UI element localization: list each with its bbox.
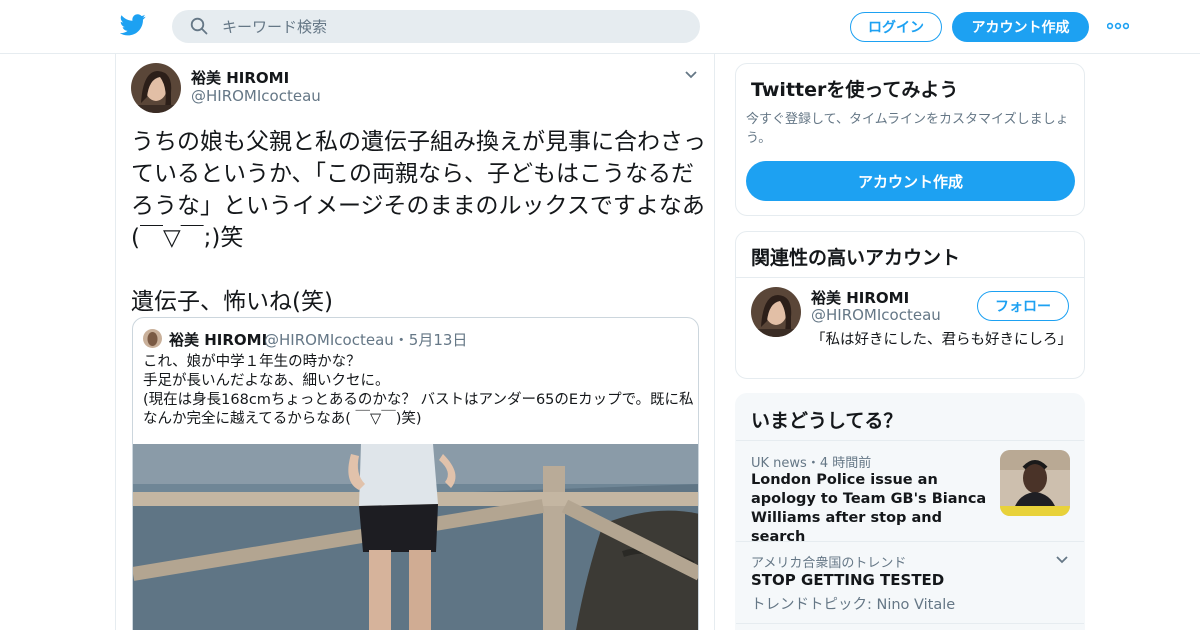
trends-title: いまどうしてる？ [751, 410, 903, 432]
quoted-author-handle: @HIROMIcocteau・5月13日 [264, 331, 468, 349]
divider [736, 541, 1084, 542]
related-account-name[interactable]: 裕美 HIROMI [811, 287, 909, 308]
divider [736, 440, 1084, 441]
tweet-detail: 裕美 HIROMI @HIROMIcocteau うちの娘も父親と私の遺伝子組み… [115, 54, 715, 630]
signup-promo-description: 今すぐ登録して、タイムラインをカスタマイズしましょう。 [746, 112, 1069, 146]
chevron-down-icon[interactable] [684, 70, 698, 80]
quoted-author-name: 裕美 HIROMI [169, 331, 268, 349]
divider [736, 277, 1084, 278]
top-header: ログイン アカウント作成 [0, 0, 1200, 54]
related-account-bio: 「私は好きにした、君らも好きにしろ」 [811, 332, 1072, 348]
search-input[interactable] [222, 10, 682, 43]
quoted-photo[interactable] [133, 444, 698, 630]
search-icon [190, 17, 208, 35]
signup-promo-card: Twitterを使ってみよう 今すぐ登録して、タイムラインをカスタマイズしましょ… [735, 63, 1085, 216]
divider [736, 623, 1084, 624]
trend-title[interactable]: STOP GETTING TESTED [751, 571, 944, 589]
trends-card: いまどうしてる？ UK news・4 時間前 London Police iss… [735, 393, 1085, 630]
search-box[interactable] [172, 10, 700, 43]
trend-meta: UK news・4 時間前 [751, 456, 872, 471]
twitter-bird-icon[interactable] [120, 14, 146, 36]
trend-title[interactable]: London Police issue an apology to Team G… [751, 471, 991, 547]
signup-promo-title: Twitterを使ってみよう [751, 79, 959, 101]
follow-button[interactable]: フォロー [977, 291, 1069, 321]
chevron-down-icon[interactable] [1055, 555, 1069, 565]
author-handle[interactable]: @HIROMIcocteau [191, 87, 321, 105]
related-account-avatar[interactable] [751, 287, 801, 337]
trend-thumbnail[interactable] [1000, 450, 1070, 516]
related-account-handle[interactable]: @HIROMIcocteau [811, 306, 941, 324]
author-name[interactable]: 裕美 HIROMI [191, 67, 289, 88]
login-button[interactable]: ログイン [850, 12, 942, 42]
related-accounts-title: 関連性の高いアカウント [751, 247, 961, 269]
signup-promo-button[interactable]: アカウント作成 [746, 161, 1075, 201]
trend-subtitle: トレンドトピック: Nino Vitale [751, 597, 956, 613]
signup-button[interactable]: アカウント作成 [952, 12, 1089, 42]
related-accounts-card: 関連性の高いアカウント 裕美 HIROMI @HIROMIcocteau フォロ… [735, 231, 1085, 379]
quoted-avatar [143, 329, 162, 348]
tweet-text: うちの娘も父親と私の遺伝子組み換えが見事に合わさっているというか、「この両親なら… [131, 129, 706, 315]
avatar[interactable] [131, 63, 181, 113]
more-dots-icon[interactable] [1107, 22, 1129, 30]
quoted-text: これ、娘が中学１年生の時かな？ 手足が長いんだよなあ、細いクセに。 (現在は身長… [143, 354, 694, 427]
quoted-tweet[interactable]: 裕美 HIROMI @HIROMIcocteau・5月13日 これ、娘が中学１年… [132, 317, 699, 630]
trend-meta: アメリカ合衆国のトレンド [751, 556, 907, 571]
